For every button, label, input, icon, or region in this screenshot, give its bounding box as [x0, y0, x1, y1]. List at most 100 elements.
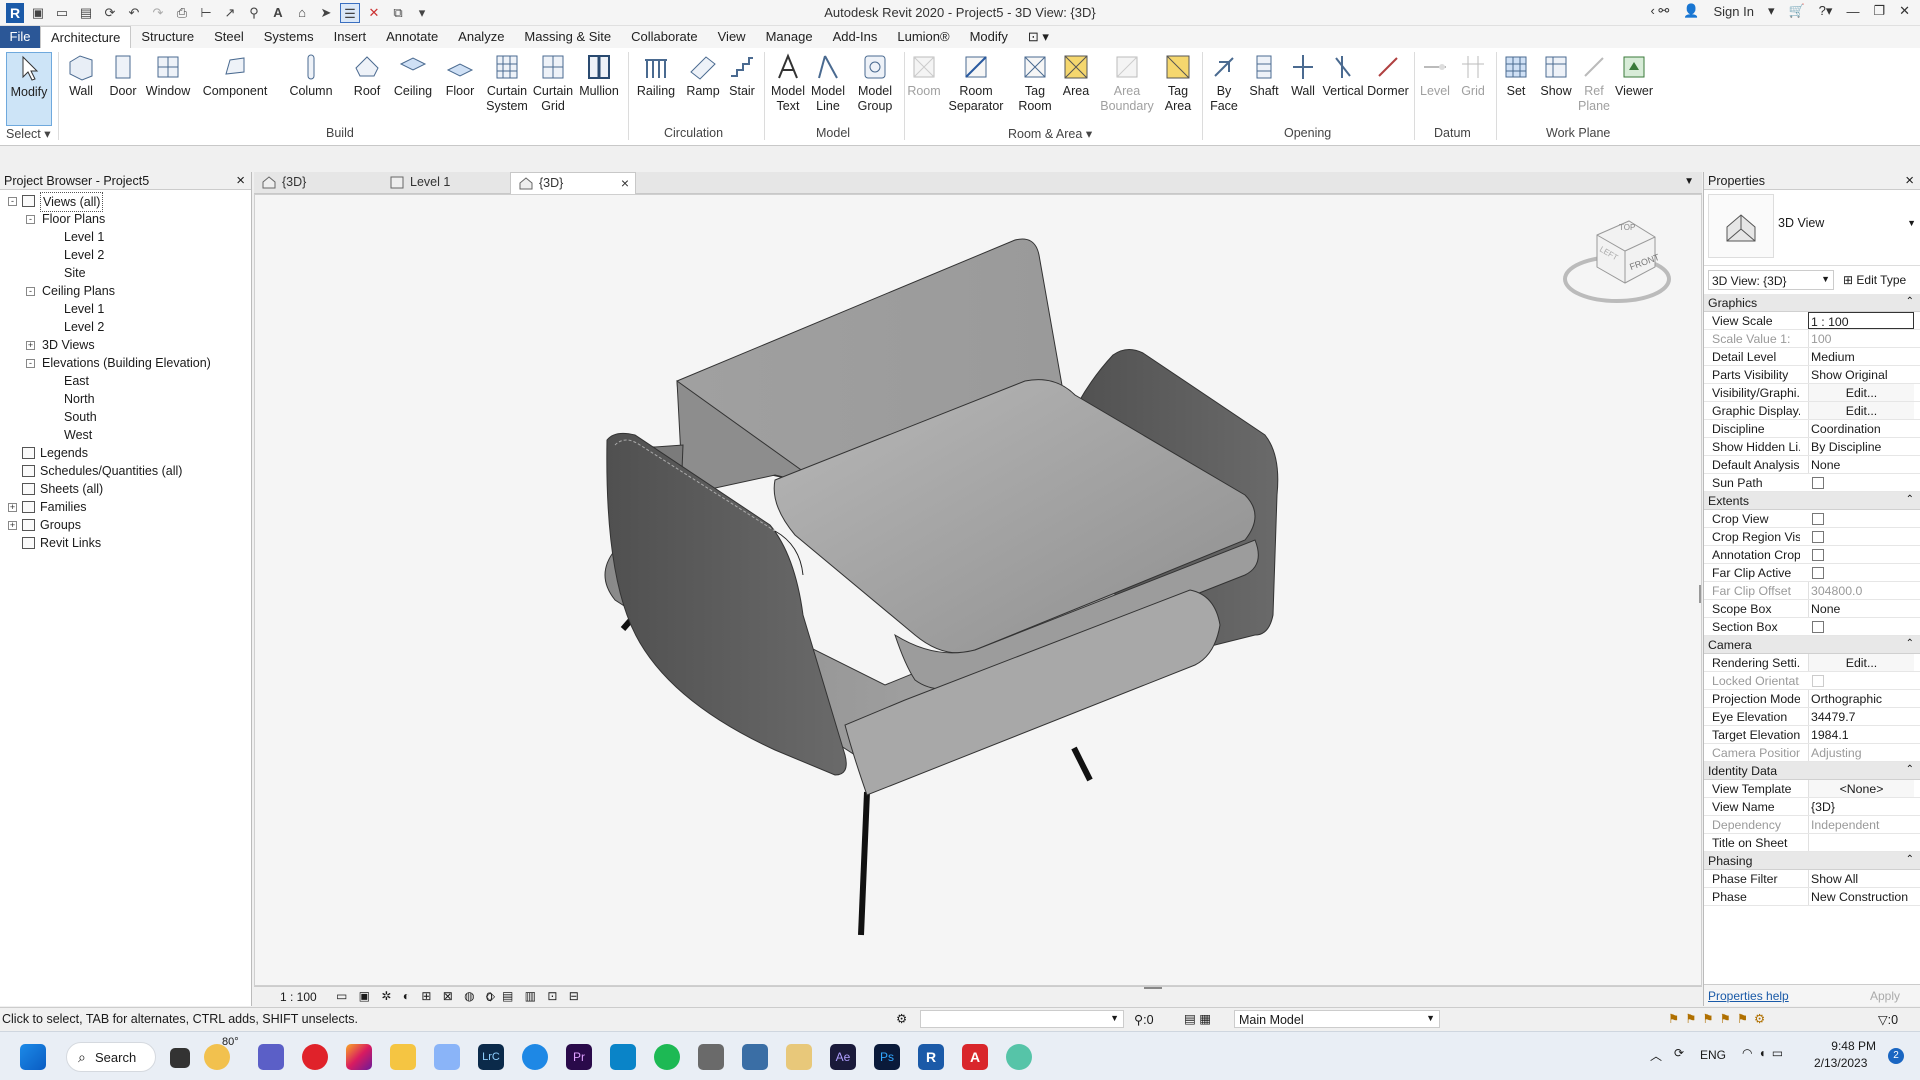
autocad-icon[interactable]: A [962, 1044, 988, 1070]
apply-button[interactable]: Apply [1870, 989, 1900, 1003]
property-value[interactable]: New Construction [1808, 888, 1914, 905]
grid-button[interactable]: Grid [1456, 52, 1490, 99]
browser-item[interactable]: East [0, 372, 251, 390]
wall-button[interactable]: Wall [64, 52, 98, 99]
collapse-icon[interactable]: - [8, 197, 17, 206]
tray-app-icon[interactable]: ⟳ [1674, 1046, 1684, 1060]
property-edit-button[interactable]: Edit... [1808, 384, 1914, 401]
app-icon-4[interactable] [786, 1044, 812, 1070]
language-indicator[interactable]: ENG [1700, 1048, 1726, 1062]
door-button[interactable]: Door [106, 52, 140, 99]
help-icon[interactable]: ?▾ [1819, 3, 1833, 19]
property-group-header[interactable]: Phasing ⌃ [1704, 852, 1920, 870]
collapse-group-icon[interactable]: ⌃ [1906, 638, 1914, 649]
property-edit-button[interactable]: Edit... [1808, 402, 1914, 419]
property-checkbox[interactable] [1812, 567, 1824, 579]
set-button[interactable]: Set [1500, 52, 1532, 99]
tab-steel[interactable]: Steel [204, 26, 254, 48]
selection-options-icons[interactable]: ⚑⚑⚑⚑⚑⚙ [1668, 1011, 1771, 1026]
ceiling-button[interactable]: Ceiling [392, 52, 434, 99]
tab-annotate[interactable]: Annotate [376, 26, 448, 48]
model-group-button[interactable]: Model Group [852, 52, 898, 114]
premiere-pro-icon[interactable]: Pr [566, 1044, 592, 1070]
search-help-icon[interactable]: ‹ ⚯ [1650, 3, 1669, 19]
browser-item[interactable]: - Ceiling Plans [0, 282, 251, 300]
view-tab-level-1[interactable]: Level 1 [382, 172, 508, 194]
browser-item[interactable]: Level 1 [0, 300, 251, 318]
browser-item[interactable]: Sheets (all) [0, 480, 251, 498]
close-icon[interactable]: × [236, 172, 245, 189]
modify-button[interactable]: Modify [6, 52, 52, 126]
workset-dropdown[interactable]: ▼ [920, 1010, 1124, 1028]
type-selector[interactable]: 3D View ▼ [1704, 190, 1920, 266]
tag-area-button[interactable]: Tag Area [1160, 52, 1196, 114]
room-area-panel-label[interactable]: Room & Area ▾ [1008, 126, 1092, 141]
property-group-header[interactable]: Extents ⌃ [1704, 492, 1920, 510]
edit-type-button[interactable]: ⊞ Edit Type [1840, 270, 1909, 290]
collapse-icon[interactable]: - [26, 287, 35, 296]
clock-time[interactable]: 9:48 PM [1826, 1039, 1876, 1053]
app-icon-5[interactable] [1006, 1044, 1032, 1070]
by-face-button[interactable]: By Face [1206, 52, 1242, 114]
instance-selector[interactable]: 3D View: {3D} ▼ [1708, 270, 1834, 290]
property-value[interactable]: 34479.7 [1808, 708, 1914, 725]
property-value[interactable]: Coordination [1808, 420, 1914, 437]
tab-structure[interactable]: Structure [131, 26, 204, 48]
tab-add-ins[interactable]: Add-Ins [823, 26, 888, 48]
expand-icon[interactable]: + [8, 503, 17, 512]
tab-view[interactable]: View [708, 26, 756, 48]
sign-in-link[interactable]: Sign In [1713, 4, 1753, 19]
app-icon-3[interactable] [742, 1044, 768, 1070]
network-volume-battery-icons[interactable]: ◠◖▭ [1742, 1046, 1789, 1060]
room-button[interactable]: Room [906, 52, 942, 99]
notification-badge[interactable]: 2 [1888, 1048, 1904, 1064]
edge-icon[interactable] [522, 1044, 548, 1070]
user-icon[interactable]: 👤 [1683, 3, 1699, 19]
tab-manage[interactable]: Manage [756, 26, 823, 48]
curtain-grid-button[interactable]: Curtain Grid [532, 52, 574, 114]
close-button[interactable]: ✕ [1899, 3, 1910, 19]
view-scale[interactable]: 1 : 100 [280, 990, 317, 1004]
opera-icon[interactable] [302, 1044, 328, 1070]
ribbon-toggle-icon[interactable]: ⊡ ▾ [1018, 26, 1059, 48]
tag-room-button[interactable]: Tag Room [1012, 52, 1058, 114]
railing-button[interactable]: Railing [636, 52, 676, 99]
viewcube[interactable]: TOP FRONT LEFT [1557, 207, 1677, 317]
floor-button[interactable]: Floor [442, 52, 478, 99]
spotify-icon[interactable] [654, 1044, 680, 1070]
browser-item[interactable]: Level 1 [0, 228, 251, 246]
browser-item[interactable]: + Groups [0, 516, 251, 534]
property-value[interactable]: None [1808, 600, 1914, 617]
teams-icon[interactable] [258, 1044, 284, 1070]
browser-item[interactable]: Level 2 [0, 318, 251, 336]
stair-button[interactable]: Stair [726, 52, 758, 99]
browser-item[interactable]: North [0, 390, 251, 408]
property-value[interactable]: None [1808, 456, 1914, 473]
type-dropdown-icon[interactable]: ▼ [1907, 218, 1916, 228]
lightroom-classic-icon[interactable]: LrC [478, 1044, 504, 1070]
property-checkbox[interactable] [1812, 621, 1824, 633]
mullion-button[interactable]: Mullion [576, 52, 622, 99]
tab-systems[interactable]: Systems [254, 26, 324, 48]
roof-button[interactable]: Roof [350, 52, 384, 99]
tab-massing-site[interactable]: Massing & Site [514, 26, 621, 48]
task-view-icon[interactable] [170, 1048, 190, 1068]
collapse-group-icon[interactable]: ⌃ [1906, 494, 1914, 505]
area-boundary-button[interactable]: Area Boundary [1100, 52, 1154, 114]
design-option-dropdown[interactable]: Main Model ▼ [1234, 1010, 1440, 1028]
collapse-group-icon[interactable]: ⌃ [1906, 296, 1914, 307]
property-value[interactable]: 1984.1 [1808, 726, 1914, 743]
property-value[interactable]: {3D} [1808, 798, 1914, 815]
room-separator-button[interactable]: Room Separator [946, 52, 1006, 114]
dormer-button[interactable]: Dormer [1366, 52, 1410, 99]
property-group-header[interactable]: Graphics ⌃ [1704, 294, 1920, 312]
properties-help-link[interactable]: Properties help [1708, 989, 1789, 1003]
property-checkbox[interactable] [1812, 513, 1824, 525]
browser-item[interactable]: Site [0, 264, 251, 282]
collapse-group-icon[interactable]: ⌃ [1906, 764, 1914, 775]
property-edit-button[interactable]: Edit... [1808, 654, 1914, 671]
view-tab-3d-active[interactable]: {3D} × [510, 172, 636, 194]
browser-item[interactable]: - Elevations (Building Elevation) [0, 354, 251, 372]
viewer-button[interactable]: Viewer [1614, 52, 1654, 99]
tab-collaborate[interactable]: Collaborate [621, 26, 708, 48]
